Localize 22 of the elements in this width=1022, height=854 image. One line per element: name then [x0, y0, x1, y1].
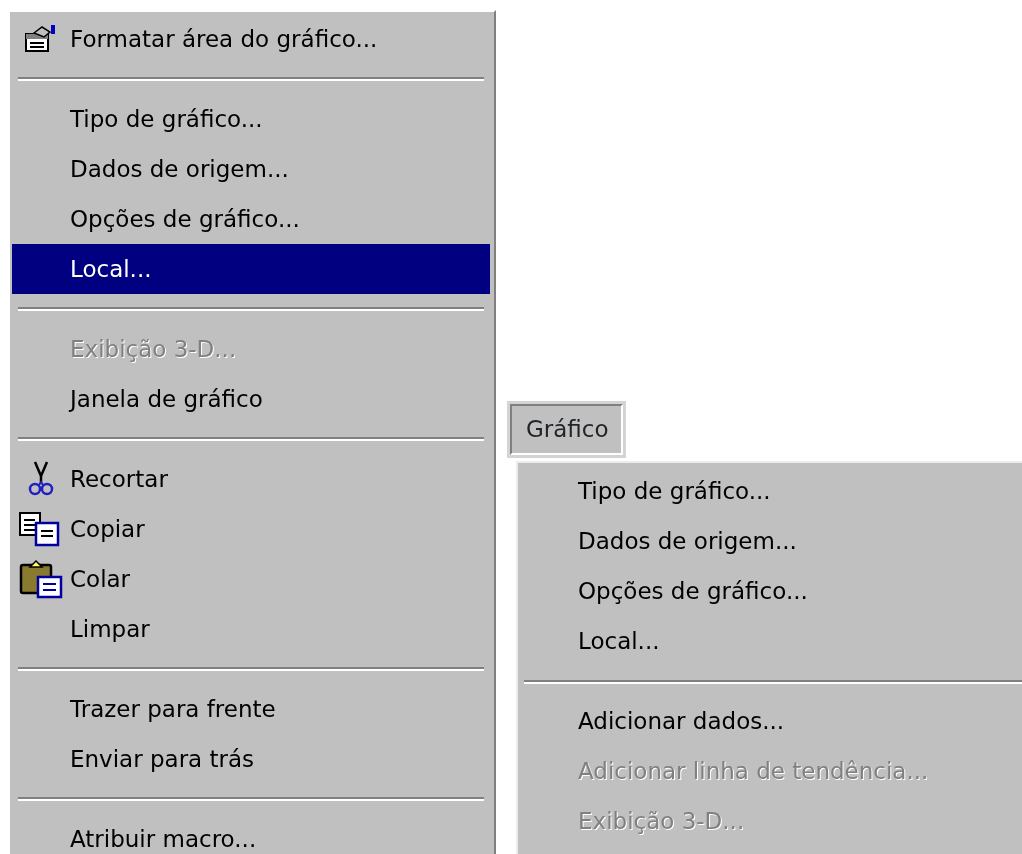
menu-item[interactable]: Dados de origem... — [12, 144, 490, 194]
menu-item[interactable]: Atribuir macro... — [12, 814, 490, 854]
menu-item[interactable]: Colar — [12, 554, 490, 604]
menu-item[interactable]: Limpar — [12, 604, 490, 654]
menu-item[interactable]: Janela de gráfico — [12, 374, 490, 424]
menu-item[interactable]: Formatar área do gráfico... — [12, 14, 490, 64]
menu-item[interactable]: Recortar — [12, 454, 490, 504]
menu-item[interactable]: Opções de gráfico... — [518, 566, 1022, 617]
menu-item[interactable]: Dados de origem... — [518, 516, 1022, 567]
menu-item[interactable]: Enviar para trás — [12, 734, 490, 784]
menu-item[interactable]: Adicionar dados... — [518, 696, 1022, 747]
menu-item[interactable]: Trazer para frente — [12, 684, 490, 734]
menu-item[interactable]: Copiar — [12, 504, 490, 554]
menu-item[interactable]: Opções de gráfico... — [12, 194, 490, 244]
scissors-icon — [28, 460, 54, 498]
chart-format-icon — [24, 24, 58, 54]
menu-item[interactable]: Tipo de gráfico... — [12, 94, 490, 144]
menu-item[interactable]: Local... — [518, 616, 1022, 667]
paste-icon — [19, 559, 63, 599]
menu-item[interactable]: Local... — [12, 244, 490, 294]
menu-bar-item[interactable]: Gráfico — [510, 404, 623, 455]
menu-item[interactable]: Tipo de gráfico... — [518, 466, 1022, 517]
